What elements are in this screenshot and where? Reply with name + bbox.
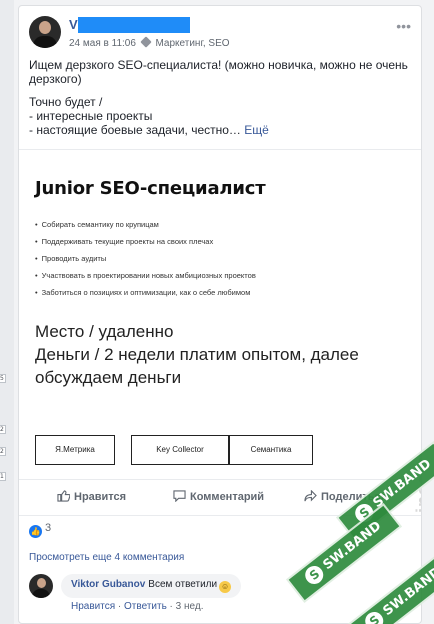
image-skill-tag: Семантика — [229, 435, 313, 465]
share-arrow-icon — [304, 490, 317, 502]
author-avatar[interactable] — [29, 16, 61, 48]
author-name[interactable]: V — [69, 17, 78, 32]
left-sidebar-strip: 5 2 2 1 — [0, 0, 14, 624]
see-more-link[interactable]: Ещё — [244, 123, 269, 137]
post-text: Ищем дерзкого SEO-специалиста! (можно но… — [29, 58, 409, 137]
sidebar-nub[interactable]: 5 — [0, 374, 6, 383]
comment-links: Нравится · Ответить · 3 нед. — [71, 601, 204, 612]
like-reaction-icon: 👍 — [29, 525, 42, 538]
image-bullet: Заботиться о позициях и оптимизации, как… — [35, 284, 256, 301]
post-meta: 24 мая в 11:06 Маркетинг, SEO — [69, 36, 230, 49]
like-button[interactable]: Нравится — [57, 490, 126, 503]
reactions-summary[interactable]: 👍 3 — [29, 522, 51, 538]
image-bullet: Собирать семантику по крупицам — [35, 216, 256, 233]
image-details: Место / удаленно Деньги / 2 недели плати… — [35, 320, 359, 389]
post-text-line: - интересные проекты — [29, 109, 153, 123]
tag-icon — [140, 36, 152, 48]
post-text-line: - настоящие боевые задачи, честно… Ещё — [29, 123, 409, 137]
image-title: Junior SEO-специалист — [35, 178, 266, 199]
sidebar-nub[interactable]: 2 — [0, 425, 6, 434]
image-money-line: Деньги / 2 недели платим опытом, далее — [35, 345, 359, 364]
comment-button[interactable]: Комментарий — [173, 490, 264, 503]
smile-emoji-icon: ☺ — [219, 581, 232, 593]
sidebar-nub[interactable]: 1 — [0, 472, 6, 481]
comment-time[interactable]: 3 нед. — [176, 601, 204, 612]
sidebar-nub[interactable]: 2 — [0, 447, 6, 456]
image-skill-tag: Я.Метрика — [35, 435, 115, 465]
ellipsis-icon[interactable]: ••• — [396, 18, 411, 34]
comment-text: Всем ответили — [148, 579, 218, 590]
image-bullet: Проводить аудиты — [35, 250, 256, 267]
thumbs-up-icon — [57, 490, 70, 502]
commenter-name[interactable]: Viktor Gubanov — [71, 579, 145, 590]
redaction-bar — [78, 17, 190, 33]
post-header: V 24 мая в 11:06 Маркетинг, SEO ••• — [29, 16, 411, 56]
comment-bubble: Viktor Gubanov Всем ответили ☺ — [61, 574, 242, 598]
commenter-avatar[interactable] — [29, 574, 53, 598]
post-text-line: Точно будет / — [29, 95, 103, 109]
view-more-comments-link[interactable]: Просмотреть еще 4 комментария — [29, 552, 184, 563]
post-date[interactable]: 24 мая в 11:06 — [69, 38, 136, 49]
image-money-line-2: обсуждаем деньги — [35, 368, 182, 387]
comment-like-link[interactable]: Нравится — [71, 601, 115, 612]
comment-reply-link[interactable]: Ответить — [124, 601, 167, 612]
speech-bubble-icon — [173, 490, 186, 502]
image-skill-tag: Key Collector — [131, 435, 229, 465]
image-bullet-list: Собирать семантику по крупицам Поддержив… — [35, 216, 256, 301]
post-text-line: Ищем дерзкого SEO-специалиста! (можно но… — [29, 58, 408, 86]
image-bullet: Участвовать в проектировании новых амбиц… — [35, 267, 256, 284]
post-image[interactable]: Junior SEO-специалист Собирать семантику… — [19, 149, 421, 513]
post-text-line-4: - настоящие боевые задачи, честно… — [29, 123, 241, 137]
like-label: Нравится — [74, 491, 127, 503]
post-category[interactable]: Маркетинг, SEO — [155, 38, 229, 49]
image-location-line: Место / удаленно — [35, 322, 174, 341]
reaction-count: 3 — [45, 522, 52, 534]
comment-label: Комментарий — [190, 491, 265, 503]
image-bullet: Поддерживать текущие проекты на своих пл… — [35, 233, 256, 250]
